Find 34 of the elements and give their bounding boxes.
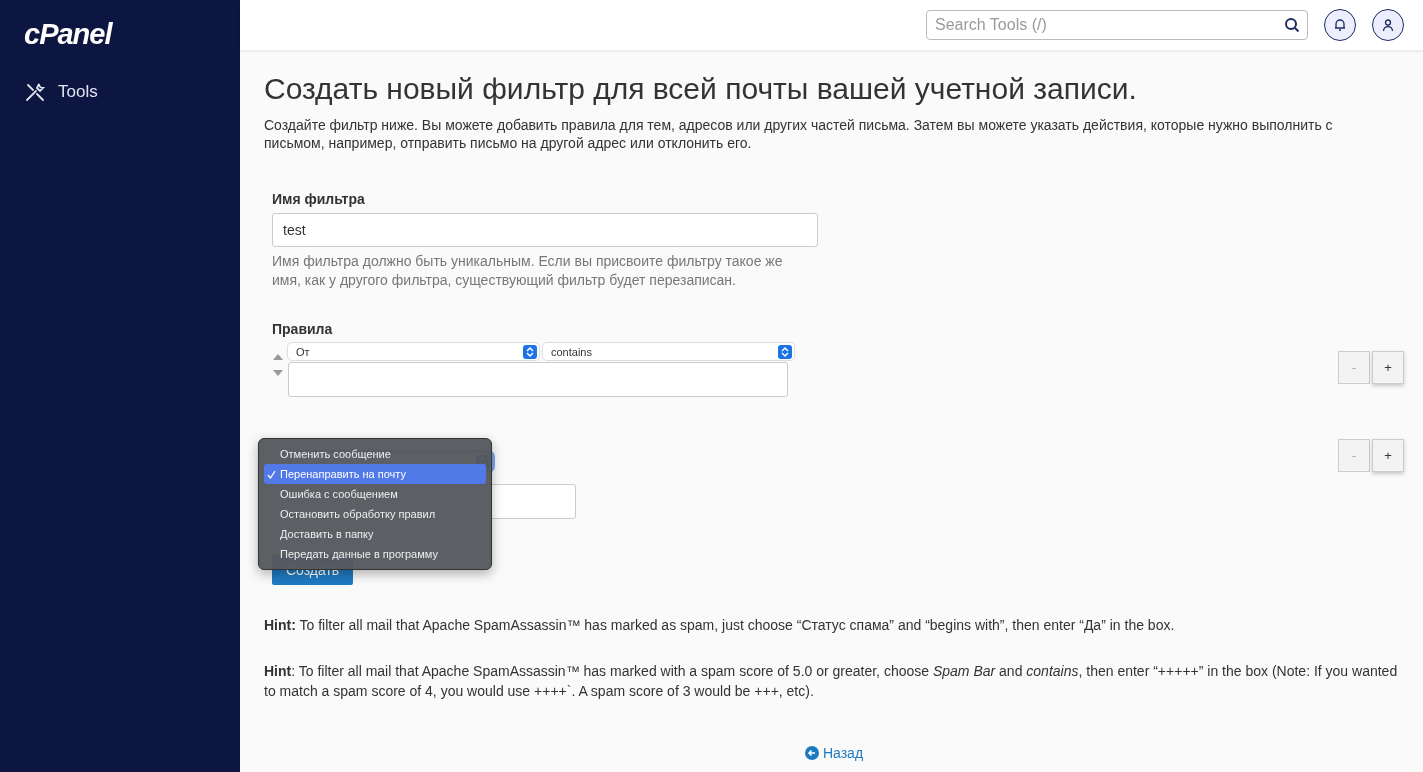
cpanel-logo[interactable]: cPanel: [24, 18, 112, 51]
hint-text: Hint: To filter all mail that Apache SpamAssassin™ has marked as spam, just choose “Статус спама” and “begins with”, then enter “Да” in the box.: [264, 616, 1176, 635]
page-title: Создать новый фильтр для всей почты вашей учетной записи.: [264, 72, 1138, 106]
rule-value-field[interactable]: [288, 362, 788, 397]
menu-option[interactable]: Ошибка с сообщением: [264, 484, 486, 504]
check-icon: [267, 469, 276, 479]
menu-option[interactable]: Перенаправить на почту: [264, 464, 486, 484]
user-button[interactable]: [1372, 9, 1404, 41]
page-description: Создайте фильтр ниже. Вы можете добавить правила для тем, адресов или других частей письма. Затем вы можете указать действия, которые нужно выполнить с письмом, например, отправить письмо на другой адрес или отклонить его.: [264, 116, 1334, 152]
search-icon: [1284, 17, 1300, 33]
add-button[interactable]: +: [1372, 351, 1404, 384]
sidebar-item[interactable]: Tools: [24, 81, 240, 103]
user-icon: [1381, 18, 1395, 32]
tools-icon: [24, 81, 46, 103]
add-button[interactable]: +: [1372, 439, 1404, 472]
move-down-icon[interactable]: [272, 369, 284, 377]
menu-option[interactable]: Остановить обработку правил: [264, 504, 486, 524]
search-field[interactable]: Search Tools (/): [926, 10, 1308, 40]
caret-icon: [523, 344, 537, 359]
help-text: Имя фильтра должно быть уникальным. Если вы присвоите фильтру такое же имя, как у другого фильтра, существующий фильтр будет перезаписан.: [272, 252, 784, 290]
hint-text: Hint: To filter all mail that Apache SpamAssassin™ has marked with a spam score of 5.0 or greater, choose Spam Bar and contains, then enter “+++++” in the box (Note: If you wanted to match a spam score of 4, you would use ++++`. A spam score of 3 would be +++, etc).: [264, 662, 1399, 701]
caret-icon: [778, 344, 792, 359]
move-up-icon[interactable]: [272, 353, 284, 361]
field-select[interactable]: От: [288, 343, 539, 360]
section-label: Правила: [272, 321, 333, 337]
back-link[interactable]: Назад: [804, 745, 864, 761]
bell-icon: [1333, 18, 1347, 32]
filter-name-field[interactable]: test: [272, 213, 818, 247]
back-arrow-icon: [804, 746, 819, 760]
menu-option[interactable]: Доставить в папку: [264, 524, 486, 544]
menu-option[interactable]: Отменить сообщение: [264, 444, 486, 464]
notifications-button[interactable]: [1324, 9, 1356, 41]
operator-select[interactable]: contains: [543, 343, 794, 360]
field-label: Имя фильтра: [272, 191, 365, 207]
